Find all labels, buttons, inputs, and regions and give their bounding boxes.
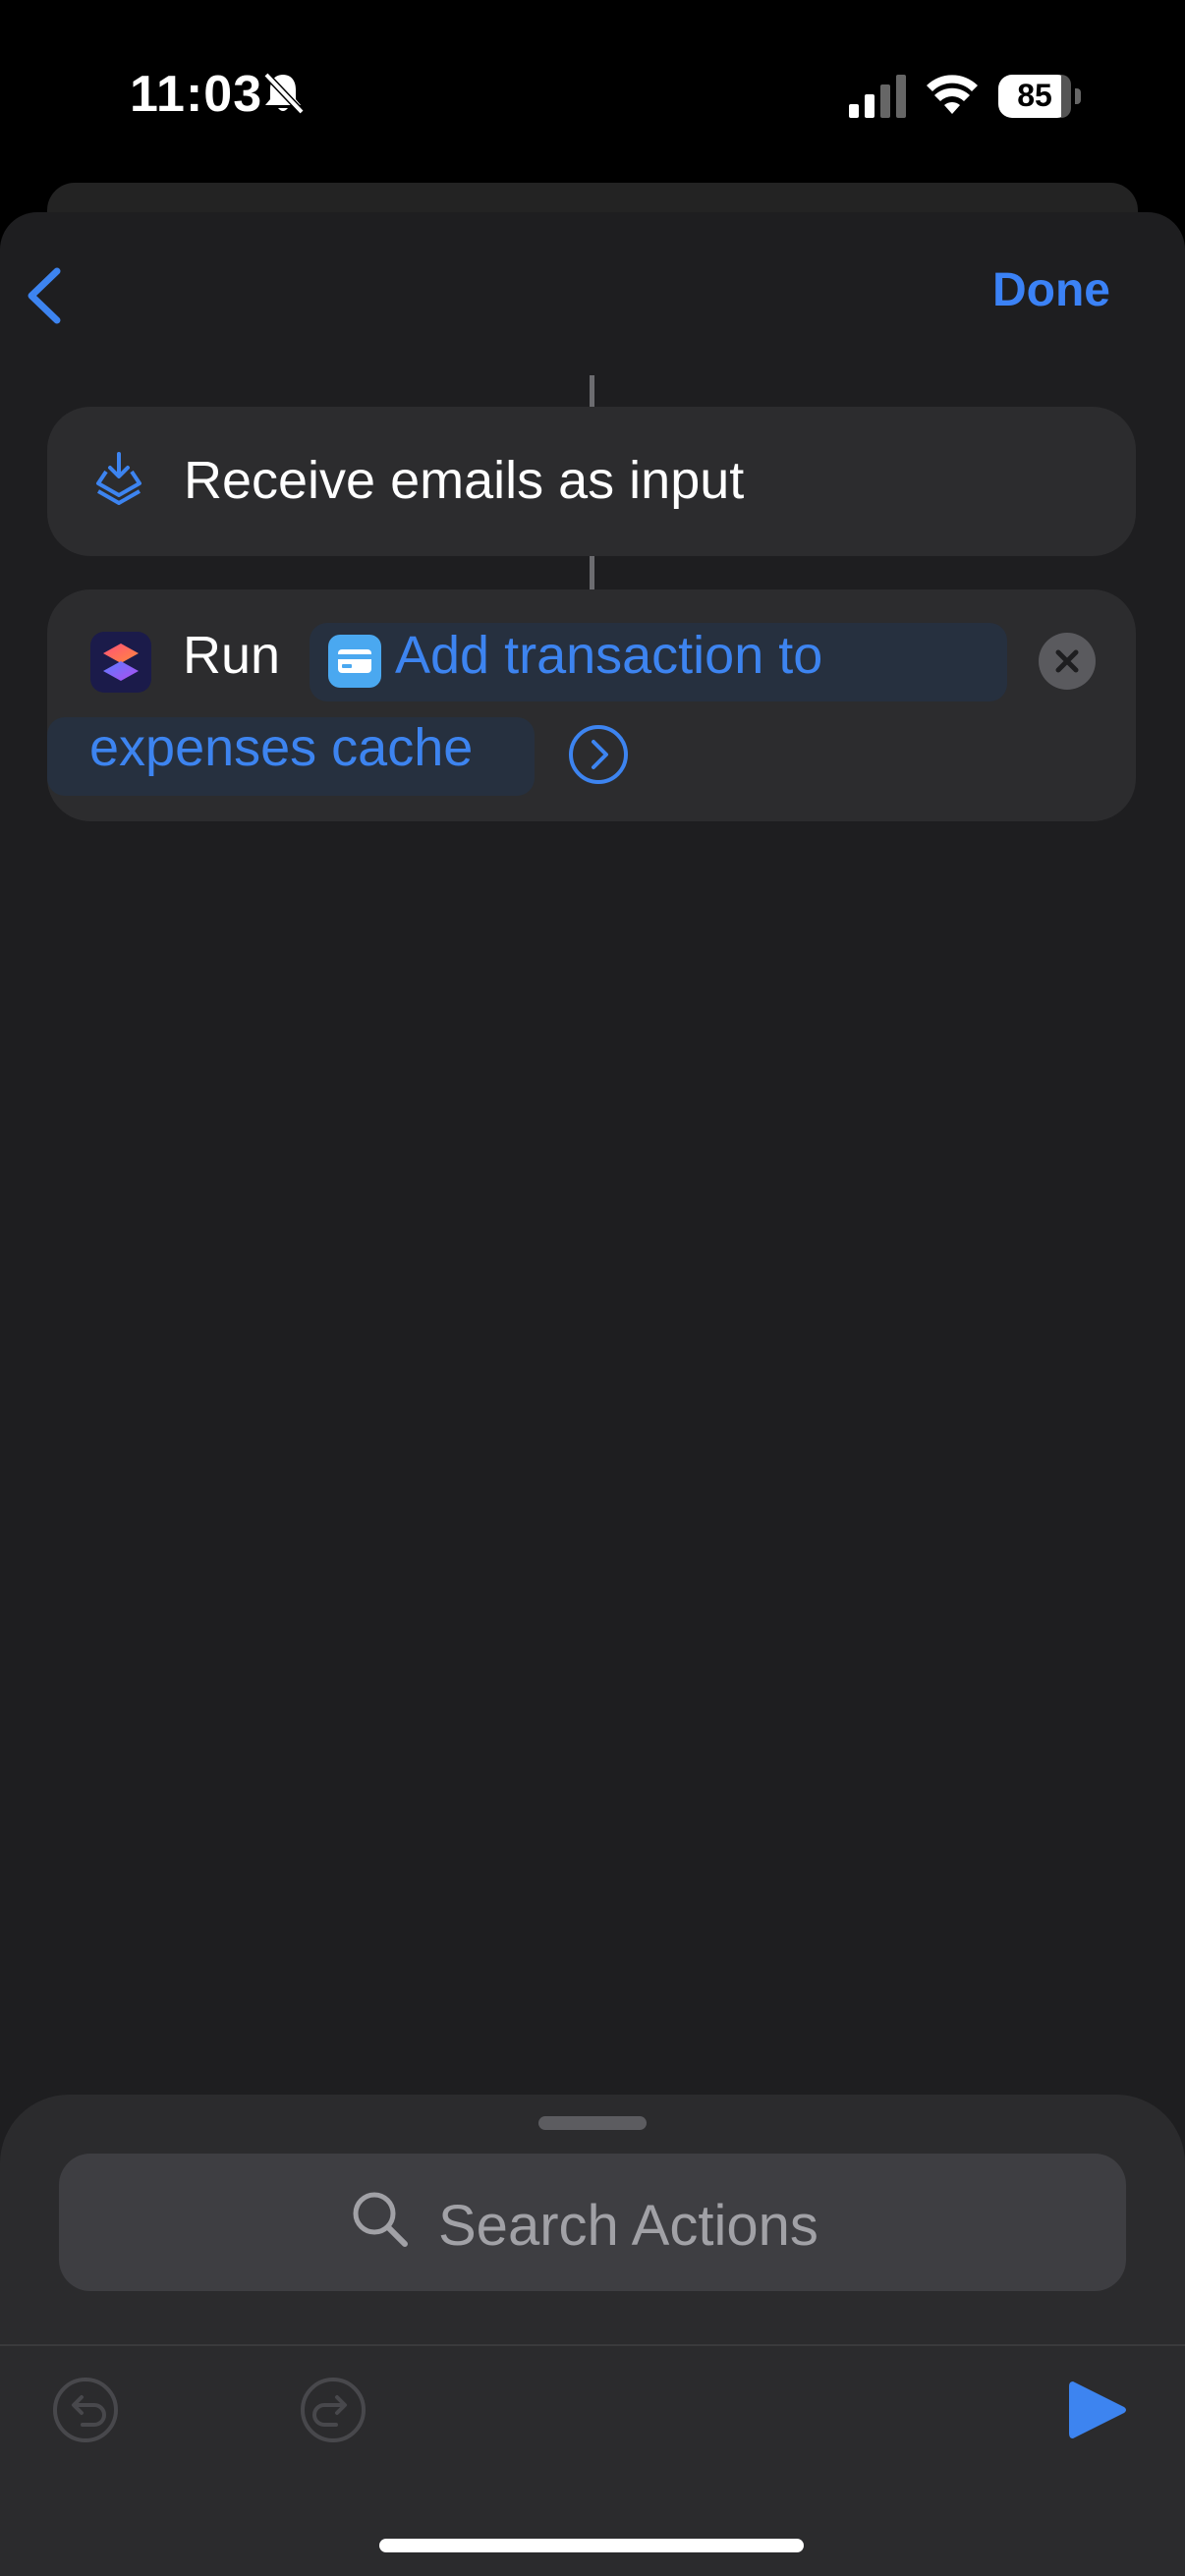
battery-nub bbox=[1075, 88, 1081, 104]
shortcuts-app-icon bbox=[90, 632, 151, 693]
toolbar-divider bbox=[0, 2344, 1185, 2346]
search-placeholder: Search Actions bbox=[438, 2194, 818, 2258]
clear-button[interactable] bbox=[1039, 633, 1096, 690]
drawer-grabber[interactable] bbox=[538, 2116, 647, 2130]
battery-icon: 85 bbox=[998, 75, 1081, 118]
magnifier-icon bbox=[353, 2192, 408, 2247]
cellular-signal-icon bbox=[849, 75, 906, 118]
receive-input-icon bbox=[96, 452, 141, 505]
home-indicator bbox=[379, 2539, 804, 2552]
undo-icon[interactable] bbox=[51, 2376, 120, 2444]
status-bar: 11:03 85 bbox=[0, 0, 1185, 187]
credit-card-icon bbox=[328, 635, 381, 688]
back-button[interactable] bbox=[20, 261, 69, 330]
play-icon[interactable] bbox=[1065, 2378, 1130, 2442]
shortcut-name-line1[interactable]: Add transaction to bbox=[395, 625, 822, 686]
bell-slash-icon bbox=[263, 72, 305, 115]
clear-x-icon bbox=[1055, 649, 1079, 673]
chevron-right-circle-icon[interactable] bbox=[568, 724, 629, 785]
wifi-icon bbox=[927, 75, 978, 114]
flow-connector bbox=[590, 375, 594, 407]
action-label: Receive emails as input bbox=[184, 451, 745, 510]
status-time: 11:03 bbox=[130, 66, 263, 123]
battery-percent: 85 bbox=[1017, 78, 1052, 113]
run-label: Run bbox=[183, 626, 281, 685]
action-card-receive-input[interactable]: Receive emails as input bbox=[47, 407, 1136, 556]
shortcut-name-line2[interactable]: expenses cache bbox=[89, 717, 473, 778]
done-button[interactable]: Done bbox=[992, 263, 1110, 317]
redo-icon[interactable] bbox=[299, 2376, 367, 2444]
flow-connector bbox=[590, 556, 594, 589]
